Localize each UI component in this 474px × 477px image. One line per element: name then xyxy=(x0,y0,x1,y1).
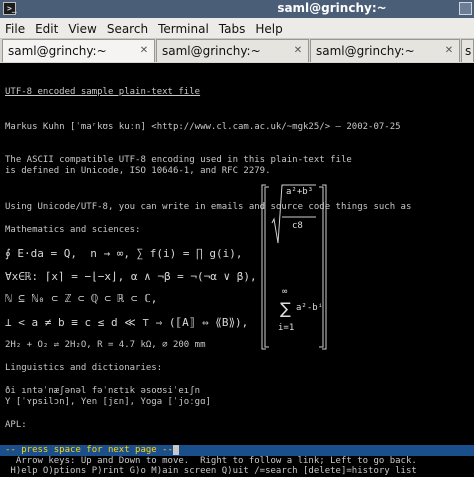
menu-tabs[interactable]: Tabs xyxy=(214,19,251,36)
window-titlebar: >_ saml@grinchy:~ xyxy=(0,0,474,18)
menu-edit[interactable]: Edit xyxy=(30,19,63,36)
pager-prompt: -- press space for next page -- xyxy=(5,445,179,456)
formula-block: a²+b³ c8 ∞ ∑ a²-bⁱ i=1 xyxy=(260,183,328,353)
menu-search[interactable]: Search xyxy=(102,19,153,36)
window-controls xyxy=(459,2,472,15)
pager-prompt-bar: -- press space for next page -- xyxy=(0,445,474,456)
close-icon[interactable]: ✕ xyxy=(292,45,304,57)
math-line: ⊥ < a ≠ b ≡ c ≤ d ≪ ⊤ ⇒ (⟦A⟧ ⇔ ⟪B⟫), xyxy=(5,316,249,329)
minimize-icon[interactable] xyxy=(459,2,472,15)
tab-terminal-4[interactable]: s xyxy=(461,39,474,62)
para1-line2: is defined in Unicode, ISO 10646-1, and … xyxy=(5,166,271,176)
math-line: ℕ ⊆ ℕ₀ ⊂ ℤ ⊂ ℚ ⊂ ℝ ⊂ ℂ, xyxy=(5,292,158,305)
tab-label: saml@grinchy:~ xyxy=(162,44,261,58)
close-icon[interactable]: ✕ xyxy=(443,45,455,57)
doc-heading: UTF-8 encoded sample plain-text file xyxy=(5,87,201,97)
sum-bottom: i=1 xyxy=(278,323,295,333)
tab-terminal-1[interactable]: saml@grinchy:~ ✕ xyxy=(2,39,155,62)
menu-view[interactable]: View xyxy=(63,19,101,36)
formula-denominator: c8 xyxy=(292,221,303,231)
tab-terminal-2[interactable]: saml@grinchy:~ ✕ xyxy=(156,39,309,62)
tab-bar: saml@grinchy:~ ✕ saml@grinchy:~ ✕ saml@g… xyxy=(0,39,474,63)
math-line: 2H₂ + O₂ ⇌ 2H₂O, R = 4.7 kΩ, ⌀ 200 mm xyxy=(5,340,206,350)
author-line: Markus Kuhn [ˈmaʳkʊs kuːn] <http://www.c… xyxy=(5,122,401,132)
sum-top: ∞ xyxy=(282,287,288,297)
hint-line2: H)elp O)ptions P)rint G)o M)ain screen Q… xyxy=(5,466,417,476)
tab-label: saml@grinchy:~ xyxy=(8,44,107,58)
terminal-viewport[interactable]: UTF-8 encoded sample plain-text file Mar… xyxy=(0,64,474,477)
menu-help[interactable]: Help xyxy=(250,19,287,36)
menubar: File Edit View Search Terminal Tabs Help xyxy=(0,18,474,39)
menu-terminal[interactable]: Terminal xyxy=(153,19,214,36)
formula-numerator: a²+b³ xyxy=(286,187,314,197)
para2-line: Using Unicode/UTF-8, you can write in em… xyxy=(5,202,412,212)
text-cursor xyxy=(172,445,179,455)
math-heading: Mathematics and sciences: xyxy=(5,225,141,235)
apl-heading: APL: xyxy=(5,420,27,430)
ling-line1: ði ıntəˈnæʃənəl fəˈnɛtık əsoʊsiˈeıʃn xyxy=(5,386,201,396)
tab-label: s xyxy=(465,44,472,58)
menu-file[interactable]: File xyxy=(0,19,30,36)
pager-prompt-text: -- press space for next page -- xyxy=(5,445,173,455)
sum-symbol: ∑ xyxy=(280,299,291,318)
ling-heading: Linguistics and dictionaries: xyxy=(5,363,163,373)
window-title: saml@grinchy:~ xyxy=(277,1,387,15)
ling-line2: Y [ˈʏpsilɔn], Yen [jɛn], Yoga [ˈjoːgɑ] xyxy=(5,397,211,407)
math-line: ∀x∈ℝ: ⌈x⌉ = −⌊−x⌋, α ∧ ¬β = ¬(¬α ∨ β), xyxy=(5,270,257,283)
tab-label: saml@grinchy:~ xyxy=(316,44,415,58)
tab-terminal-3[interactable]: saml@grinchy:~ ✕ xyxy=(310,39,460,62)
math-line: ∮ E⋅da = Q, n → ∞, ∑ f(i) = ∏ g(i), xyxy=(5,247,243,260)
sum-term: a²-bⁱ xyxy=(296,303,324,313)
close-icon[interactable]: ✕ xyxy=(138,45,150,57)
para1-line1: The ASCII compatible UTF-8 encoding used… xyxy=(5,155,352,165)
